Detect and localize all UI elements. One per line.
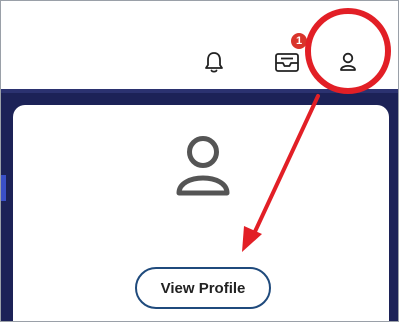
view-profile-button[interactable]: View Profile (135, 267, 271, 309)
bell-icon (205, 52, 223, 73)
highlight-circle-annotation (305, 8, 391, 94)
left-edge-marker (1, 175, 6, 201)
inbox-icon (275, 53, 299, 72)
notifications-button[interactable] (197, 45, 231, 79)
avatar-icon (176, 136, 230, 196)
